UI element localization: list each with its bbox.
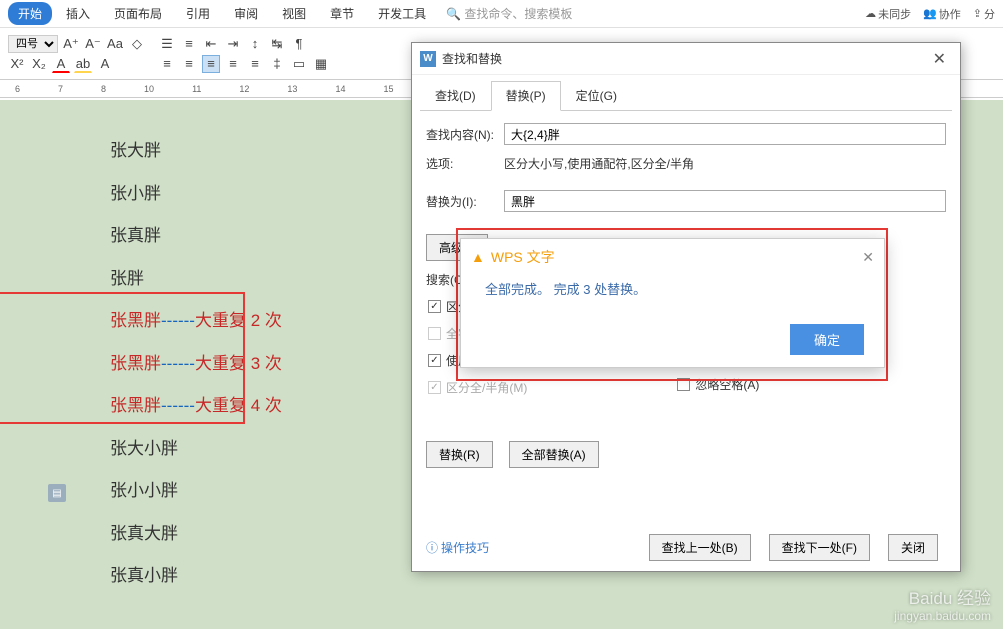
command-search[interactable]: 🔍 查找命令、搜索模板 [440, 5, 572, 22]
dialog-title: 查找和替换 [442, 50, 502, 67]
tab-replace[interactable]: 替换(P) [491, 81, 561, 111]
watermark: Baidu 经验 jingyan.baidu.com [894, 584, 991, 623]
decrease-font-icon[interactable]: A⁻ [84, 35, 102, 53]
increase-font-icon[interactable]: A⁺ [62, 35, 80, 53]
check-width: 区分全/半角(M) [428, 379, 527, 396]
distribute-icon[interactable]: ≡ [246, 55, 264, 73]
sort-icon[interactable]: ↕ [246, 35, 264, 53]
warning-icon: ▲ [471, 249, 485, 265]
case-icon[interactable]: Aa [106, 35, 124, 53]
coop-button[interactable]: 👥 协作 [923, 6, 961, 22]
options-value: 区分大小写,使用通配符,区分全/半角 [504, 155, 694, 172]
outline-icon[interactable]: ▤ [48, 484, 66, 502]
clear-format-icon[interactable]: ◇ [128, 35, 146, 53]
borders-icon[interactable]: ▦ [312, 55, 330, 73]
find-input[interactable] [504, 123, 946, 145]
line-spacing-icon[interactable]: ‡ [268, 55, 286, 73]
tab-find[interactable]: 查找(D) [420, 81, 491, 110]
help-link[interactable]: ⓘ 操作技巧 [426, 539, 489, 556]
find-next-button[interactable]: 查找下一处(F) [769, 534, 870, 561]
app-icon: W [420, 51, 436, 67]
alert-dialog: ▲ WPS 文字 ✕ 全部完成。 完成 3 处替换。 确定 [460, 238, 885, 368]
align-center-icon[interactable]: ≡ [180, 55, 198, 73]
increase-indent-icon[interactable]: ⇥ [224, 35, 242, 53]
annotation-box [0, 292, 245, 424]
font-effect-icon[interactable]: A [96, 55, 114, 73]
close-button[interactable]: 关闭 [888, 534, 938, 561]
alert-title: WPS 文字 [491, 247, 555, 267]
find-prev-button[interactable]: 查找上一处(B) [649, 534, 751, 561]
check-ignore-space[interactable]: 忽略空格(A) [677, 376, 783, 393]
menu-insert[interactable]: 插入 [56, 2, 100, 25]
decrease-indent-icon[interactable]: ⇤ [202, 35, 220, 53]
menu-start[interactable]: 开始 [8, 2, 52, 25]
close-icon[interactable]: ✕ [927, 47, 952, 71]
alert-close-icon[interactable]: ✕ [862, 249, 874, 266]
replace-input[interactable] [504, 190, 946, 212]
sync-status[interactable]: ☁ 未同步 [865, 6, 911, 22]
font-color-icon[interactable]: A [52, 55, 70, 73]
para-icon[interactable]: ¶ [290, 35, 308, 53]
numbering-icon[interactable]: ≡ [180, 35, 198, 53]
align-left-icon[interactable]: ≡ [158, 55, 176, 73]
replace-label: 替换为(I): [426, 193, 496, 210]
superscript-icon[interactable]: X² [8, 55, 26, 73]
menu-review[interactable]: 审阅 [224, 2, 268, 25]
menu-chapter[interactable]: 章节 [320, 2, 364, 25]
menu-view[interactable]: 视图 [272, 2, 316, 25]
replace-all-button[interactable]: 全部替换(A) [509, 441, 599, 468]
tab-icon[interactable]: ↹ [268, 35, 286, 53]
subscript-icon[interactable]: X₂ [30, 55, 48, 73]
main-menu: 开始 插入 页面布局 引用 审阅 视图 章节 开发工具 🔍 查找命令、搜索模板 … [0, 0, 1003, 28]
share-button[interactable]: ⇪ 分 [973, 6, 995, 22]
menu-ref[interactable]: 引用 [176, 2, 220, 25]
alert-message: 全部完成。 完成 3 处替换。 [461, 275, 884, 316]
alert-ok-button[interactable]: 确定 [790, 324, 864, 355]
replace-button[interactable]: 替换(R) [426, 441, 493, 468]
font-size-select[interactable]: 四号 [8, 35, 58, 53]
find-label: 查找内容(N): [426, 126, 496, 143]
align-right-icon[interactable]: ≡ [224, 55, 242, 73]
options-label: 选项: [426, 155, 496, 172]
tab-goto[interactable]: 定位(G) [561, 81, 632, 110]
find-replace-dialog: W 查找和替换 ✕ 查找(D) 替换(P) 定位(G) 查找内容(N): 选项:… [411, 42, 961, 572]
shading-icon[interactable]: ▭ [290, 55, 308, 73]
align-justify-icon[interactable]: ≡ [202, 55, 220, 73]
bullets-icon[interactable]: ☰ [158, 35, 176, 53]
highlight-icon[interactable]: ab [74, 55, 92, 73]
menu-dev[interactable]: 开发工具 [368, 2, 436, 25]
menu-layout[interactable]: 页面布局 [104, 2, 172, 25]
